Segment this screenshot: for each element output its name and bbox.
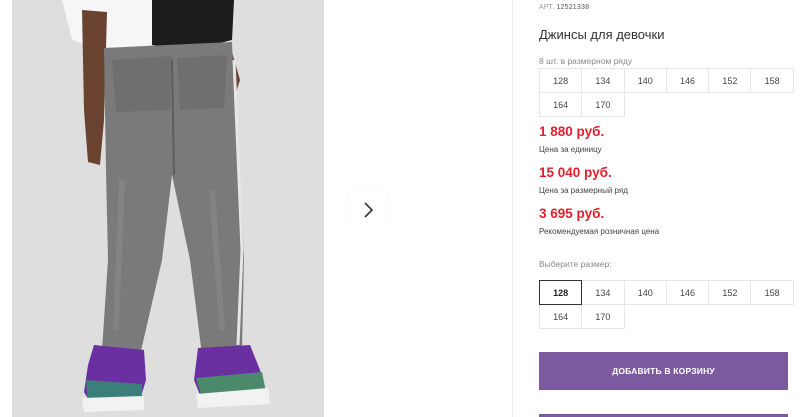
retail-price-label: Рекомендуемая розничная цена [539, 227, 660, 236]
retail-price: 3 695 руб. [539, 206, 605, 221]
chevron-right-icon [364, 202, 374, 218]
pack-size-cell: 128 [539, 68, 583, 93]
article-number: 12521338 [556, 4, 590, 11]
product-photo-illustration [12, 0, 324, 417]
size-option[interactable]: 152 [708, 280, 752, 305]
product-photo[interactable] [12, 0, 324, 417]
pack-size-cell: 134 [581, 68, 625, 93]
size-option[interactable]: 140 [623, 280, 667, 305]
product-gallery [0, 0, 512, 417]
row-price-label: Цена за размерный ряд [539, 186, 628, 195]
pack-size-cell: 164 [539, 92, 583, 117]
pack-size-cell: 158 [750, 68, 794, 93]
pack-size-grid: 128 134 140 146 152 158 164 170 [539, 68, 794, 117]
article-label: АРТ. [539, 4, 555, 11]
row-price: 15 040 руб. [539, 165, 612, 180]
article-line: АРТ. 12521338 [539, 4, 589, 11]
size-option-selected[interactable]: 128 [539, 280, 583, 305]
pack-caption: 8 шт. в размерном ряду [539, 56, 633, 66]
unit-price-label: Цена за единицу [539, 145, 602, 154]
panel-divider [512, 0, 513, 417]
size-option[interactable]: 164 [539, 304, 583, 329]
size-selector: 128 134 140 146 152 158 164 170 [539, 280, 794, 329]
pack-size-cell: 146 [665, 68, 710, 93]
add-to-cart-button[interactable]: ДОБАВИТЬ В КОРЗИНУ [539, 352, 788, 390]
unit-price: 1 880 руб. [539, 124, 605, 139]
size-option[interactable]: 146 [665, 280, 710, 305]
select-size-caption: Выберите размер: [539, 259, 612, 269]
pack-size-cell: 140 [623, 68, 667, 93]
size-option[interactable]: 158 [750, 280, 794, 305]
size-option[interactable]: 134 [581, 280, 625, 305]
pack-size-cell: 170 [581, 92, 625, 117]
next-image-button[interactable] [349, 191, 387, 229]
size-option[interactable]: 170 [581, 304, 625, 329]
pack-size-cell: 152 [708, 68, 752, 93]
product-title: Джинсы для девочки [539, 27, 665, 42]
